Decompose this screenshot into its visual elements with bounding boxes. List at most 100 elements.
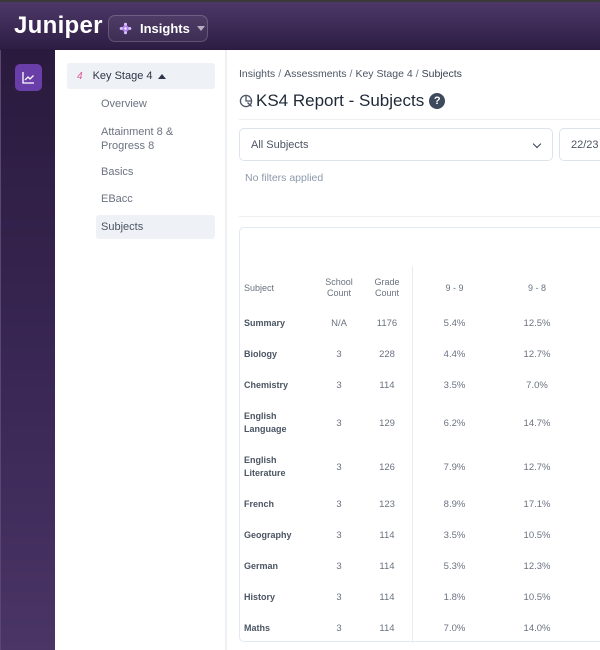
product-switcher[interactable]: Insights: [108, 15, 208, 42]
cell-9-8: 14.0%: [523, 623, 551, 634]
breadcrumb-subjects: Subjects: [421, 68, 462, 80]
cell-grade-count: 228: [379, 349, 395, 360]
table-header-row: Subject School Count Grade Count 9 - 9 9…: [244, 268, 577, 308]
divider: [239, 119, 600, 120]
subnav-item-subjects[interactable]: Subjects: [96, 215, 215, 239]
cell-grade-count: 129: [379, 417, 395, 429]
subnav-item-overview[interactable]: Overview: [96, 97, 215, 111]
cell-school-count: 3: [336, 417, 342, 429]
cell-school-count: 3: [336, 530, 342, 541]
table-row[interactable]: Summary N/A 1176 5.4% 12.5%: [244, 308, 577, 339]
cell-subject: Summary: [244, 318, 286, 328]
subjects-table: Subject School Count Grade Count 9 - 9 9…: [244, 268, 577, 644]
column-header-subject[interactable]: Subject: [244, 268, 316, 308]
table-row[interactable]: French 3 123 8.9% 17.1%: [244, 489, 577, 520]
cell-9-8: 10.5%: [523, 592, 551, 603]
cell-9-9: 8.9%: [443, 499, 466, 510]
cell-grade-count: 114: [379, 561, 395, 572]
cell-9-8: 17.1%: [523, 499, 551, 510]
pie-chart-icon: [239, 94, 253, 108]
column-header-9-9[interactable]: 9 - 9: [412, 268, 497, 308]
cell-9-9: 7.0%: [443, 623, 466, 634]
subnav-item-attainment-progress-8[interactable]: Attainment 8 & Progress 8: [96, 125, 215, 153]
cell-subject: Maths: [244, 623, 271, 633]
product-switcher-label: Insights: [140, 21, 190, 36]
table-row[interactable]: Biology 3 228 4.4% 12.7%: [244, 339, 577, 370]
table-row[interactable]: German 3 114 5.3% 12.3%: [244, 551, 577, 582]
academic-year-value: 22/23: [571, 138, 599, 151]
column-header-9-8[interactable]: 9 - 8: [497, 268, 577, 308]
cell-school-count: 3: [336, 561, 342, 572]
key-stage-number: 4: [77, 70, 83, 82]
app-rail: [0, 50, 55, 650]
table-row[interactable]: English Language 3 129 6.2% 14.7%: [244, 401, 577, 445]
cell-grade-count: 114: [379, 530, 395, 541]
cell-9-8: 12.5%: [523, 318, 551, 329]
breadcrumb-assessments[interactable]: Assessments: [284, 68, 346, 80]
page-title: KS4 Report - Subjects: [256, 91, 425, 110]
cell-9-8: 14.7%: [523, 417, 551, 429]
table-row[interactable]: Geography 3 114 3.5% 10.5%: [244, 520, 577, 551]
cell-grade-count: 114: [379, 592, 395, 603]
rail-item-insights[interactable]: [15, 64, 42, 91]
help-icon[interactable]: ?: [429, 93, 446, 109]
cell-subject: French: [244, 499, 275, 509]
cell-9-8: 12.7%: [523, 461, 551, 473]
subnav-item-ebacc[interactable]: EBacc: [96, 192, 215, 206]
table-row[interactable]: History 3 114 1.8% 10.5%: [244, 582, 577, 613]
subnav-group-label: Key Stage 4: [92, 70, 153, 82]
chevron-down-icon: [532, 139, 542, 149]
cell-grade-count: 114: [379, 380, 395, 391]
subnav-item-basics[interactable]: Basics: [96, 165, 215, 179]
cell-subject: Chemistry: [244, 380, 289, 390]
table-row[interactable]: Chemistry 3 114 3.5% 7.0%: [244, 370, 577, 401]
cell-9-9: 6.2%: [443, 417, 466, 429]
table-row[interactable]: English Literature 3 126 7.9% 12.7%: [244, 445, 577, 489]
cell-school-count: 3: [336, 499, 342, 510]
breadcrumb: Insights / Assessments / Key Stage 4/Subject…: [239, 68, 462, 80]
academic-year-select[interactable]: 22/23: [559, 128, 600, 161]
cell-9-8: 12.3%: [523, 561, 551, 572]
breadcrumb-key-stage-4[interactable]: Key Stage 4: [355, 68, 412, 80]
insights-diamond-icon: [119, 22, 132, 35]
juniper-logo[interactable]: Juniper: [14, 12, 103, 40]
breadcrumb-insights[interactable]: Insights: [239, 68, 275, 80]
cell-school-count: 3: [336, 380, 342, 391]
column-header-grade-count[interactable]: Grade Count: [362, 268, 412, 308]
table-row[interactable]: Maths 3 114 7.0% 14.0%: [244, 613, 577, 644]
cell-grade-count: 123: [379, 499, 395, 510]
cell-9-9: 1.8%: [443, 592, 466, 603]
cell-9-9: 3.5%: [443, 530, 466, 541]
cell-9-8: 7.0%: [526, 380, 548, 391]
subjects-table-card: Subject School Count Grade Count 9 - 9 9…: [239, 227, 600, 644]
filter-status: No filters applied: [245, 172, 324, 184]
cell-school-count: 3: [336, 623, 342, 634]
caret-up-icon: [157, 73, 166, 79]
main-content: Insights / Assessments / Key Stage 4/Subject…: [229, 50, 600, 650]
cell-subject: German: [244, 561, 279, 571]
page-title-row: KS4 Report - Subjects ?: [239, 91, 446, 111]
chart-line-icon: [22, 72, 34, 84]
subnav-group-key-stage-4[interactable]: 4 Key Stage 4: [67, 63, 215, 89]
top-navigation-bar: Juniper Insights: [0, 0, 600, 50]
cell-9-9: 5.4%: [443, 318, 466, 329]
column-header-school-count[interactable]: School Count: [316, 268, 362, 308]
cell-grade-count: 126: [379, 461, 395, 473]
cell-9-8: 10.5%: [523, 530, 551, 541]
cell-school-count: N/A: [331, 318, 347, 329]
breadcrumb-separator: /: [415, 68, 419, 80]
breadcrumb-separator: /: [278, 68, 282, 80]
cell-9-9: 5.3%: [443, 561, 466, 572]
cell-9-9: 7.9%: [443, 461, 466, 473]
cell-school-count: 3: [336, 349, 342, 360]
cell-subject: History: [244, 592, 276, 602]
subject-select-value: All Subjects: [251, 138, 309, 151]
cell-subject: English Language: [244, 411, 287, 434]
subject-select[interactable]: All Subjects: [239, 128, 553, 161]
cell-9-9: 3.5%: [443, 380, 466, 391]
cell-subject: Biology: [244, 349, 277, 359]
cell-school-count: 3: [336, 461, 342, 473]
cell-grade-count: 114: [379, 623, 395, 634]
caret-down-icon: [196, 26, 205, 31]
divider: [239, 216, 600, 217]
